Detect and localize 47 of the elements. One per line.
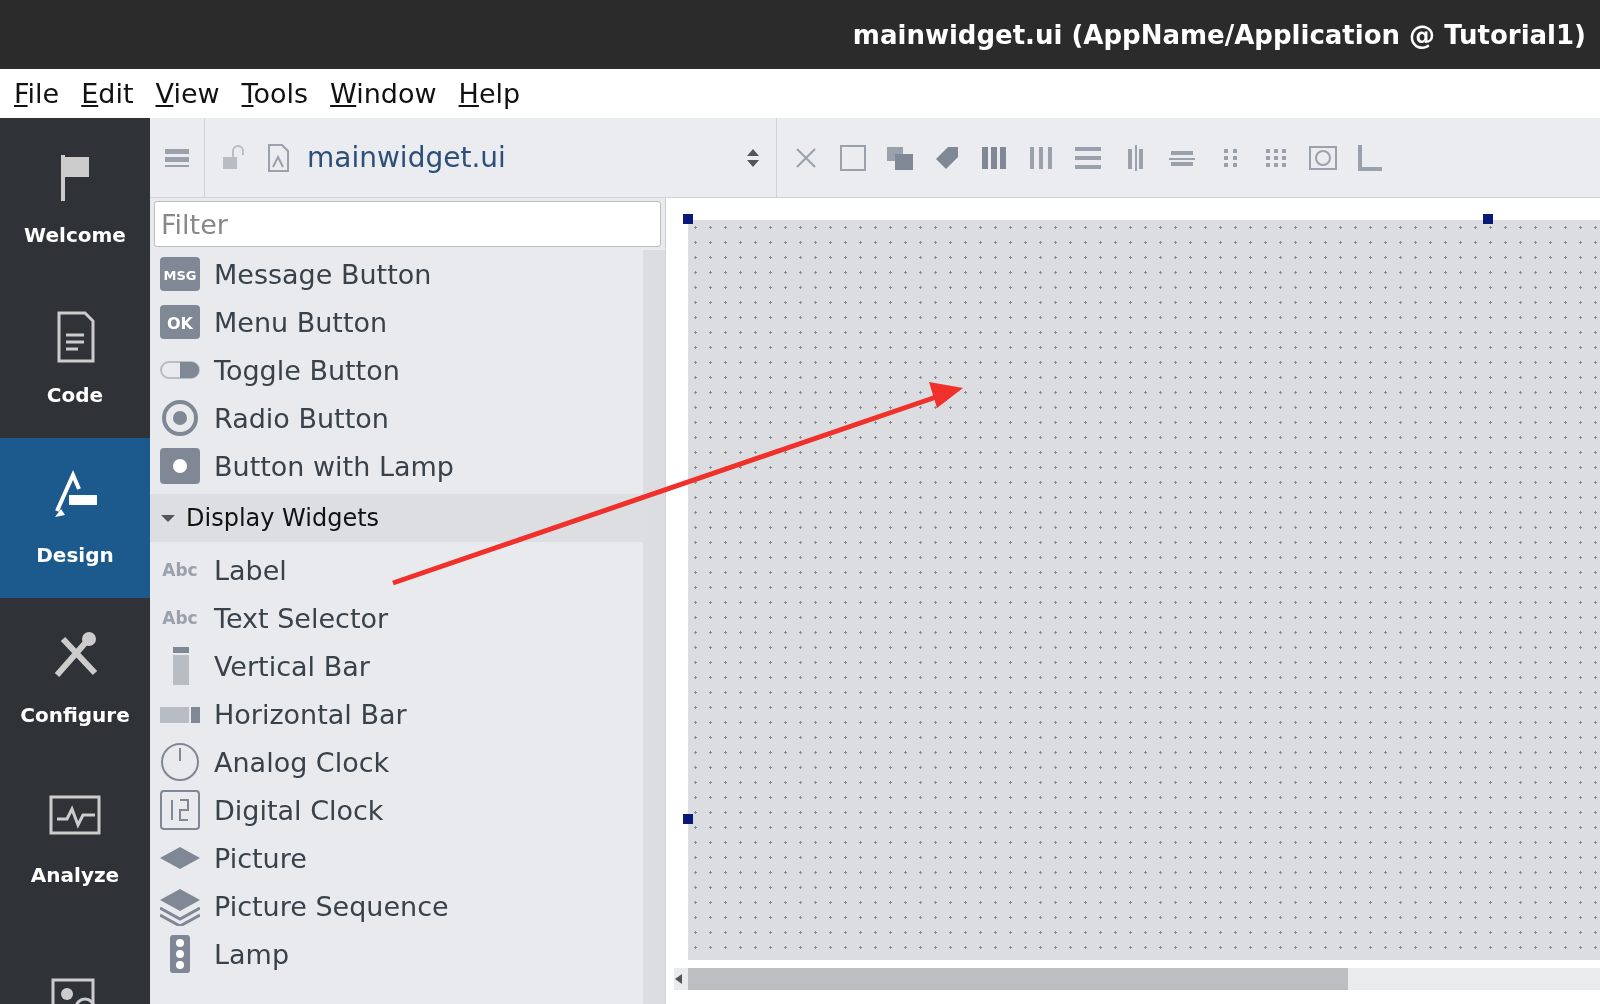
msg-icon: MSG [160, 254, 200, 294]
menu-item[interactable]: Tools [233, 78, 317, 109]
mode-button[interactable]: Configure [0, 598, 150, 758]
menu-item[interactable]: Window [322, 78, 445, 109]
file-name: mainwidget.ui [307, 141, 507, 174]
widget-item[interactable]: Lamp [214, 938, 290, 970]
menu-item[interactable]: View [147, 78, 228, 109]
menu-item[interactable]: Edit [73, 78, 142, 109]
abc-icon: Abc [160, 598, 200, 638]
digital-clock-icon [160, 790, 200, 830]
caret-icon [160, 512, 176, 524]
widget-item[interactable]: Message Button [214, 258, 432, 290]
widget-item[interactable]: Analog Clock [214, 746, 390, 778]
widget-item[interactable]: Picture [214, 842, 307, 874]
widget-item[interactable]: Digital Clock [214, 794, 384, 826]
square-icon[interactable] [838, 142, 868, 173]
mode-button[interactable]: Design [0, 438, 150, 598]
category-header[interactable]: Display Widgets [150, 494, 643, 542]
mode-button[interactable]: Code [0, 278, 150, 438]
layers-icon [160, 886, 200, 926]
scroll-thumb[interactable] [688, 968, 1348, 990]
abc-icon: Abc [160, 550, 200, 590]
widget-item[interactable]: Label [214, 554, 287, 586]
selection-handle[interactable] [1483, 214, 1493, 224]
selection-handle[interactable] [683, 214, 693, 224]
mode-button[interactable]: Analyze [0, 758, 150, 918]
widget-item[interactable]: Button with Lamp [214, 450, 454, 482]
ruler-icon[interactable] [1355, 142, 1385, 173]
clock-icon [160, 742, 200, 782]
window-title: mainwidget.ui (AppName/Application @ Tutorial1) [852, 19, 1586, 50]
menu-item[interactable]: File [6, 78, 68, 109]
widget-item[interactable]: Horizontal Bar [214, 698, 407, 730]
widget-item[interactable]: Picture Sequence [214, 890, 449, 922]
lamp-button-icon [160, 446, 200, 486]
widget-item[interactable]: Text Selector [214, 602, 389, 634]
widget-item[interactable]: Toggle Button [214, 354, 400, 386]
left-arrow-icon[interactable] [674, 973, 684, 985]
mode-button[interactable]: Welcome [0, 118, 150, 278]
widget-item[interactable]: Menu Button [214, 306, 388, 338]
ok-icon: OK [160, 302, 200, 342]
radio-icon [160, 398, 200, 438]
selection-handle[interactable] [683, 814, 693, 824]
menu-item[interactable]: Help [450, 78, 529, 109]
filter-field[interactable]: Filter [154, 201, 661, 247]
scrollbar[interactable] [674, 968, 1600, 990]
widget-item[interactable]: Radio Button [214, 402, 389, 434]
widget-item[interactable]: Vertical Bar [214, 650, 370, 682]
